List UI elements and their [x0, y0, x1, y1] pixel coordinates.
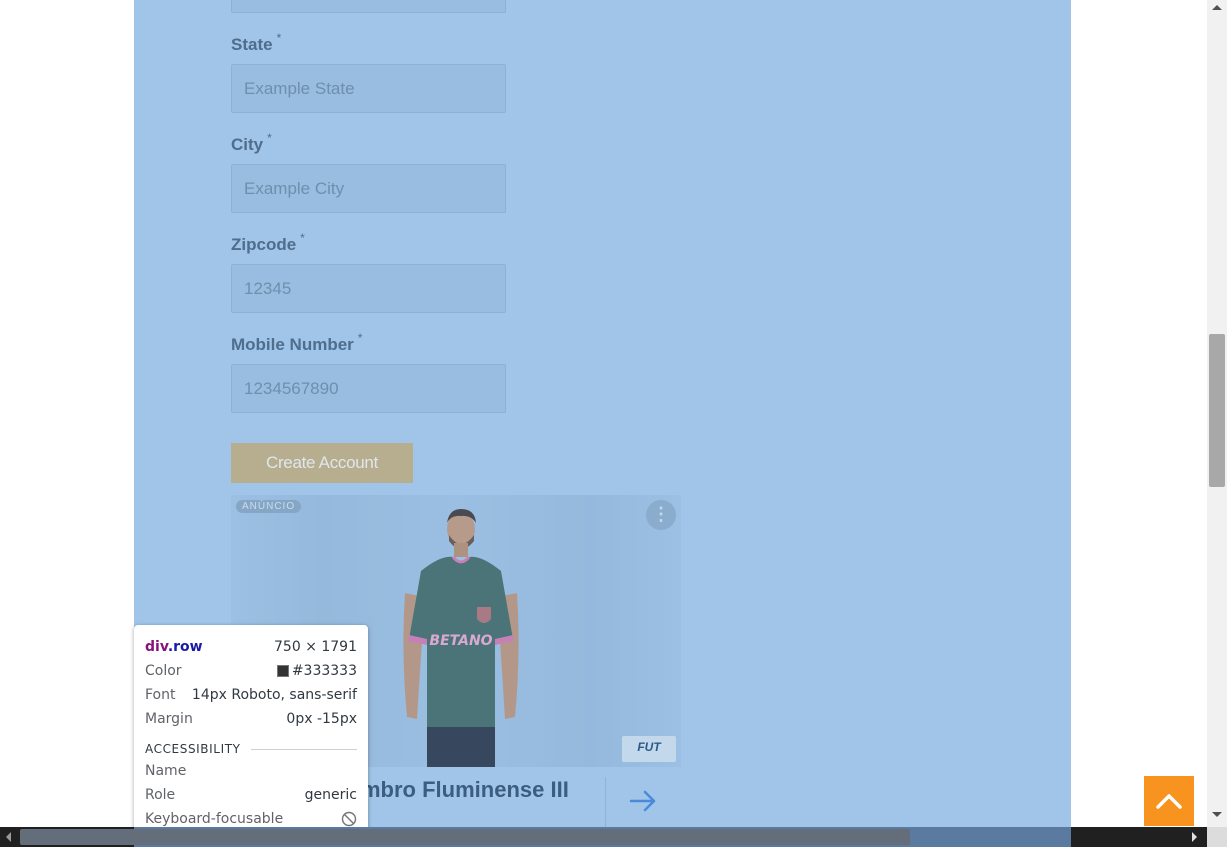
mobile-number-label: Mobile Number *	[231, 331, 363, 354]
element-dimensions: 750 × 1791	[274, 639, 357, 655]
address-input-partial[interactable]	[231, 0, 506, 13]
horizontal-scrollbar[interactable]	[0, 827, 1207, 847]
inspector-tooltip: div.row 750 × 1791 Color #333333 Font 14…	[134, 625, 368, 847]
zipcode-field[interactable]	[231, 264, 506, 313]
ad-divider	[605, 777, 606, 827]
scroll-right-arrow-icon[interactable]	[1192, 832, 1197, 842]
element-selector: div.row	[145, 639, 203, 655]
tooltip-header: div.row 750 × 1791	[145, 635, 357, 659]
page: State* City* Zipcode* Mobile Number* Cre…	[0, 0, 1227, 847]
scroll-up-arrow-icon[interactable]	[1212, 5, 1222, 10]
create-account-button[interactable]: Create Account	[231, 443, 413, 483]
color-swatch	[276, 665, 289, 677]
player-image: BETANO	[403, 509, 519, 767]
arrow-right-icon[interactable]	[627, 785, 659, 817]
color-row: Color #333333	[145, 663, 357, 679]
zipcode-input[interactable]	[232, 265, 505, 312]
name-row: Name	[145, 763, 187, 779]
state-input[interactable]	[232, 65, 505, 112]
mobile-number-input[interactable]	[232, 365, 505, 412]
margin-row: Margin 0px -15px	[145, 711, 357, 727]
role-row: Role generic	[145, 787, 357, 803]
vertical-scrollbar[interactable]	[1207, 0, 1227, 827]
accessibility-section-title: ACCESSIBILITY	[145, 739, 357, 759]
state-field[interactable]	[231, 64, 506, 113]
mobile-number-field[interactable]	[231, 364, 506, 413]
scrollbar-corner	[1207, 827, 1227, 847]
scroll-to-top-button[interactable]	[1144, 776, 1194, 826]
chevron-up-icon	[1156, 794, 1182, 809]
state-label: State *	[231, 31, 282, 54]
city-label: City *	[231, 131, 272, 154]
ad-title[interactable]: mbro Fluminense III	[361, 777, 569, 803]
ad-badge: ANÚNCIO	[236, 500, 302, 513]
city-field[interactable]	[231, 164, 506, 213]
svg-text:BETANO: BETANO	[429, 633, 492, 649]
horizontal-scroll-thumb[interactable]	[20, 829, 910, 845]
city-input[interactable]	[232, 165, 505, 212]
fut-fanatics-logo: FUT	[622, 736, 676, 762]
scroll-down-arrow-icon[interactable]	[1212, 812, 1222, 817]
not-allowed-icon	[341, 811, 357, 827]
more-options-icon[interactable]: ⋮	[646, 500, 676, 530]
vertical-scroll-thumb[interactable]	[1209, 334, 1225, 487]
zipcode-label: Zipcode *	[231, 231, 305, 254]
scroll-left-arrow-icon[interactable]	[6, 832, 11, 842]
font-row: Font 14px Roboto, sans-serif	[145, 687, 357, 703]
